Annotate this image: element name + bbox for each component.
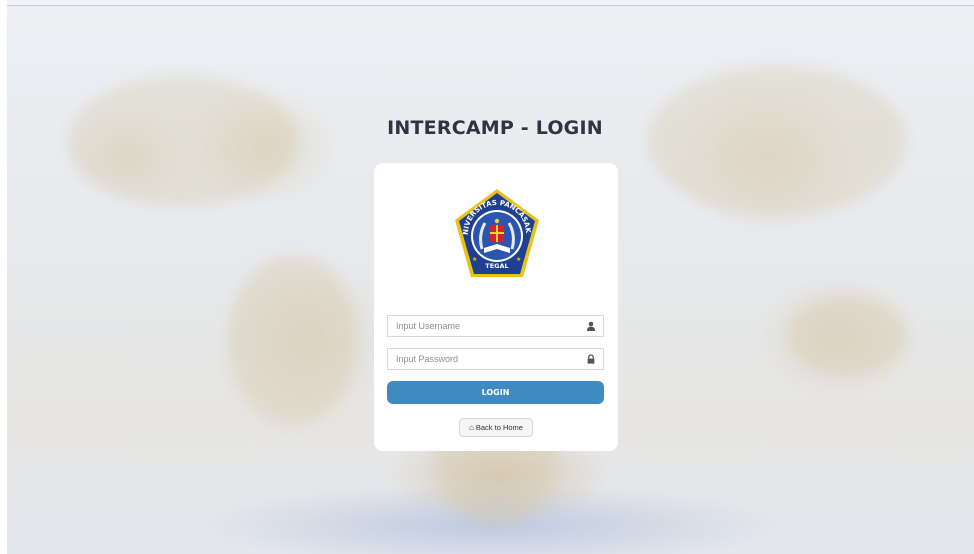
home-icon: ⌂: [469, 422, 474, 432]
back-to-home-button[interactable]: ⌂ Back to Home: [459, 418, 533, 437]
logo-star-left: ★: [472, 256, 477, 263]
login-page: INTERCAMP - LOGIN UNIVERSITAS PANCASAKTI…: [0, 0, 974, 554]
lock-icon: [587, 354, 595, 364]
user-icon: [586, 321, 596, 331]
username-field: [387, 315, 604, 337]
login-card: UNIVERSITAS PANCASAKTI TEGAL ★ ★ LOGIN ⌂…: [374, 163, 618, 451]
logo-city-text: TEGAL: [485, 262, 508, 270]
logo-star-right: ★: [516, 256, 521, 263]
back-to-home-label: Back to Home: [475, 423, 523, 432]
continent-shape: [67, 76, 297, 206]
username-input[interactable]: [388, 316, 586, 336]
page-title: INTERCAMP - LOGIN: [387, 117, 603, 139]
window-edge: [0, 0, 7, 554]
login-button[interactable]: LOGIN: [387, 381, 604, 404]
continent-shape: [647, 66, 907, 216]
password-input[interactable]: [388, 349, 586, 369]
university-logo: UNIVERSITAS PANCASAKTI TEGAL ★ ★: [452, 187, 539, 277]
top-divider: [7, 5, 974, 6]
continent-shape: [227, 256, 357, 426]
password-field: [387, 348, 604, 370]
continent-shape: [787, 296, 907, 376]
